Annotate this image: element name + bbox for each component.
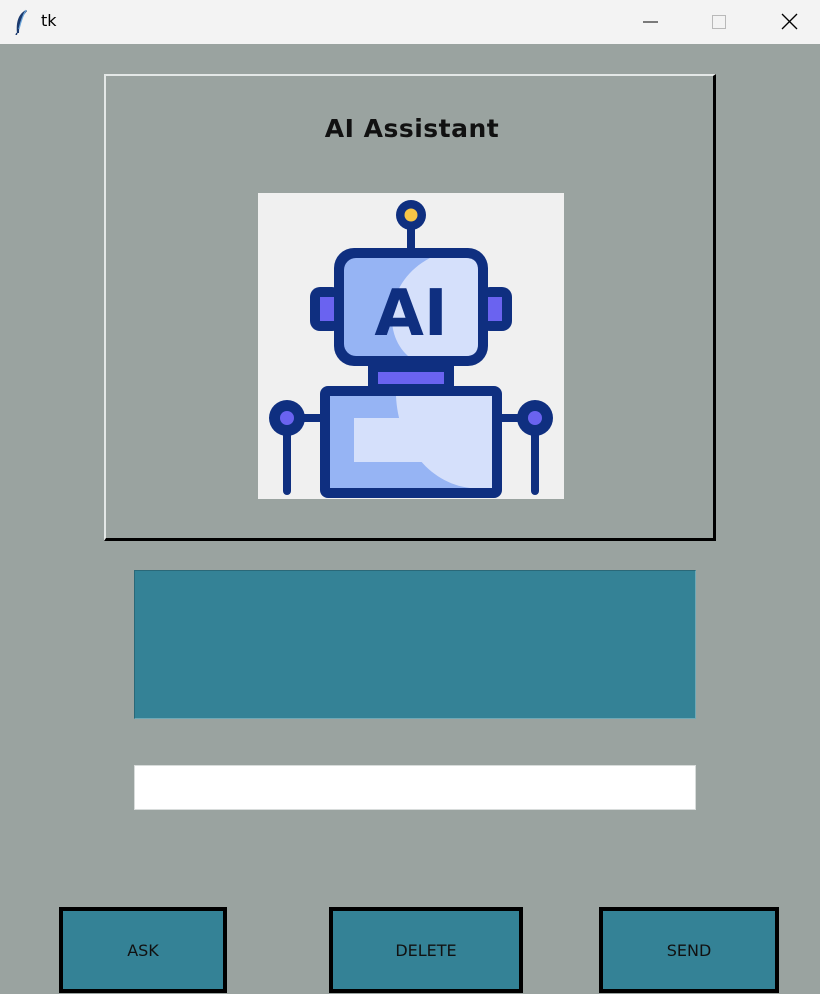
ask-button[interactable]: ASK <box>59 907 227 993</box>
robot-ai-icon: AI <box>258 193 564 499</box>
page-title: AI Assistant <box>324 114 500 143</box>
maximize-button[interactable] <box>696 0 742 44</box>
send-button[interactable]: SEND <box>599 907 779 993</box>
delete-button[interactable]: DELETE <box>329 907 523 993</box>
robot-ai-label: AI <box>374 277 447 351</box>
query-input[interactable] <box>134 765 696 810</box>
minimize-button[interactable] <box>627 0 673 44</box>
tk-feather-icon <box>12 9 32 36</box>
window-titlebar: tk <box>0 0 820 44</box>
window-title: tk <box>41 11 57 30</box>
assistant-frame: AI Assistant AI <box>104 74 716 541</box>
close-button[interactable] <box>766 0 812 44</box>
response-output[interactable] <box>134 570 696 719</box>
